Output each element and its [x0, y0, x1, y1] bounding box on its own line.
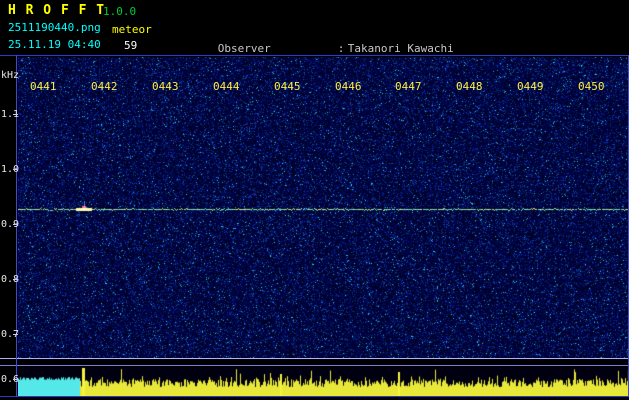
x-axis-tick-label: 0441 — [30, 80, 57, 93]
mode-label: meteor — [112, 23, 152, 36]
x-axis-tick-label: 0444 — [213, 80, 240, 93]
version-label: 1.0.0 — [103, 5, 137, 18]
level-bars-canvas — [18, 367, 629, 396]
app-title: H R O F F T — [8, 3, 106, 18]
hrofft-output-image: H R O F F T 1.0.0 2511190440.png meteor … — [0, 0, 629, 400]
x-axis-tick-label: 0445 — [274, 80, 301, 93]
y-axis-tick — [13, 279, 18, 280]
spectrogram-canvas — [18, 57, 629, 358]
x-axis-tick-label: 0449 — [517, 80, 544, 93]
bottom-frame-line — [0, 396, 629, 397]
info-label: Observer — [217, 42, 271, 55]
separator-line-lower — [0, 365, 629, 366]
y-axis-tick — [13, 379, 18, 380]
frequency-unit-label: kHz — [1, 70, 20, 81]
x-axis-tick-label: 0442 — [91, 80, 118, 93]
y-axis-tick — [13, 224, 18, 225]
info-separator: : — [337, 42, 345, 55]
minute-count-label: 59 — [124, 39, 138, 52]
x-axis-tick-label: 0446 — [335, 80, 362, 93]
x-axis-tick-label: 0443 — [152, 80, 179, 93]
y-axis-tick — [13, 114, 18, 115]
info-value: Takanori Kawachi — [347, 42, 454, 55]
x-axis-tick-label: 0448 — [456, 80, 483, 93]
filename-label: 2511190440.png — [8, 21, 101, 34]
header-divider-line — [0, 55, 629, 56]
y-axis-tick — [13, 169, 18, 170]
x-axis-tick-label: 0447 — [395, 80, 422, 93]
y-axis-tick — [13, 334, 18, 335]
timestamp-label: 25.11.19 04:40 — [8, 38, 101, 51]
separator-line-upper — [0, 358, 629, 359]
x-axis-tick-label: 0450 — [578, 80, 605, 93]
